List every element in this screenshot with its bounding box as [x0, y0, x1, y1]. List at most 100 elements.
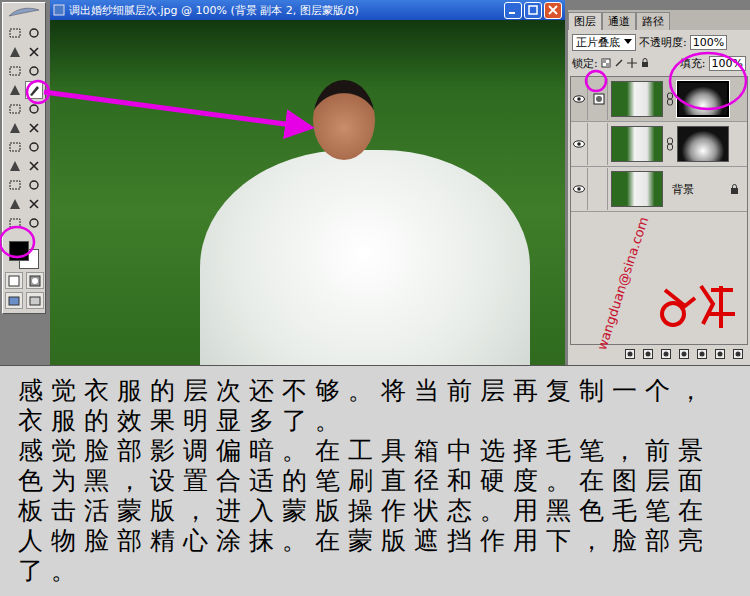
- panel-action-icon[interactable]: [678, 348, 690, 360]
- tool-button[interactable]: [25, 214, 43, 232]
- screen-mode-button[interactable]: [26, 292, 44, 309]
- tool-button[interactable]: [6, 214, 24, 232]
- tool-button[interactable]: [25, 100, 43, 118]
- lock-pixels-icon[interactable]: [614, 58, 624, 68]
- screen-mode-button[interactable]: [5, 292, 23, 309]
- panel-action-icon[interactable]: [624, 348, 636, 360]
- layer-edit-slot[interactable]: [591, 168, 608, 210]
- foreground-color-swatch[interactable]: [9, 241, 29, 261]
- panel-action-icon[interactable]: [696, 348, 708, 360]
- layers-panel: 图层通道路径正片叠底不透明度:100%锁定:填充:100%背景wangduan@…: [568, 10, 750, 365]
- maximize-icon: [528, 5, 538, 15]
- caption-paragraph: 感觉衣服的层次还不够。将当前层再复制一个，衣服的效果明显多了。: [18, 376, 732, 436]
- chain-link-icon[interactable]: [666, 137, 674, 151]
- tool-button[interactable]: [6, 195, 24, 213]
- feather-icon: [6, 5, 42, 19]
- tool-grid: [6, 24, 43, 232]
- marquee-icon: [8, 26, 22, 40]
- opacity-label: 不透明度:: [639, 35, 687, 50]
- tool-button[interactable]: [6, 119, 24, 137]
- tool-button[interactable]: [25, 62, 43, 80]
- photoshop-workspace: 调出婚纱细腻层次.jpg @ 100% (背景 副本 2, 图层蒙版/8) 图层通…: [0, 0, 750, 365]
- tool-button[interactable]: [6, 62, 24, 80]
- close-button[interactable]: [544, 2, 562, 19]
- dodge-icon: [27, 140, 41, 154]
- visibility-toggle[interactable]: [571, 123, 588, 165]
- eye-icon: [573, 140, 585, 148]
- history-icon: [27, 102, 41, 116]
- lock-transparency-icon[interactable]: [601, 58, 611, 68]
- panel-tabs: 图层通道路径: [568, 10, 750, 30]
- maximize-button[interactable]: [524, 2, 542, 19]
- tool-button[interactable]: [6, 43, 24, 61]
- visibility-toggle[interactable]: [571, 168, 588, 210]
- opacity-field[interactable]: 100%: [690, 35, 727, 50]
- tool-button[interactable]: [25, 119, 43, 137]
- panel-action-icon[interactable]: [714, 348, 726, 360]
- layer-row[interactable]: 背景: [571, 167, 747, 212]
- tool-button[interactable]: [6, 81, 24, 99]
- document-title: 调出婚纱细腻层次.jpg @ 100% (背景 副本 2, 图层蒙版/8): [69, 3, 500, 18]
- brush-icon: [27, 83, 41, 97]
- layer-row[interactable]: [571, 77, 747, 122]
- panel-action-icon[interactable]: [642, 348, 654, 360]
- panel-tab[interactable]: 通道: [602, 12, 636, 30]
- zoom-icon: [27, 216, 41, 230]
- fill-field[interactable]: 100%: [709, 56, 746, 71]
- bride-photo: [50, 20, 565, 365]
- panel-tab[interactable]: 路径: [636, 12, 670, 30]
- tool-button[interactable]: [25, 157, 43, 175]
- visibility-toggle[interactable]: [571, 78, 588, 120]
- layer-edit-slot[interactable]: [591, 123, 608, 165]
- tool-button[interactable]: [6, 100, 24, 118]
- window-buttons: [504, 2, 562, 19]
- chain-link-icon[interactable]: [666, 92, 674, 106]
- mask-thumbnail[interactable]: [677, 126, 729, 162]
- tool-button[interactable]: [25, 195, 43, 213]
- gradient-icon: [27, 121, 41, 135]
- lock-position-icon[interactable]: [627, 58, 637, 68]
- tool-button[interactable]: [25, 138, 43, 156]
- lock-label: 锁定:: [572, 56, 598, 71]
- tool-button[interactable]: [6, 24, 24, 42]
- watermark: wangduan@sina.com: [594, 215, 651, 352]
- pen-icon: [8, 178, 22, 192]
- color-highlight-circle: [0, 227, 34, 257]
- tool-button[interactable]: [6, 157, 24, 175]
- tool-button[interactable]: [6, 176, 24, 194]
- panel-action-icon[interactable]: [732, 348, 744, 360]
- layer-thumbnail: [611, 81, 663, 117]
- panel-tab[interactable]: 图层: [568, 12, 602, 30]
- dropdown-arrow-icon: [624, 39, 632, 45]
- document-title-bar: 调出婚纱细腻层次.jpg @ 100% (背景 副本 2, 图层蒙版/8): [50, 0, 565, 20]
- tool-button[interactable]: [25, 24, 43, 42]
- eraser-icon: [8, 121, 22, 135]
- panel-action-icon[interactable]: [660, 348, 672, 360]
- standard-mode-button[interactable]: [5, 272, 23, 289]
- author-logo-icon: [651, 276, 741, 336]
- blend-row: 正片叠底不透明度:100%: [568, 30, 750, 51]
- screen-mode-icon: [29, 296, 41, 306]
- toolbox-header: [6, 3, 42, 21]
- lock-all-icon[interactable]: [640, 58, 650, 68]
- tool-button[interactable]: [25, 176, 43, 194]
- color-swatches: [7, 239, 41, 269]
- layer-edit-slot[interactable]: [591, 78, 608, 120]
- tool-button[interactable]: [25, 81, 43, 99]
- stamp-icon: [8, 102, 22, 116]
- tool-button[interactable]: [6, 138, 24, 156]
- layer-row[interactable]: [571, 122, 747, 167]
- caption: 感觉衣服的层次还不够。将当前层再复制一个，衣服的效果明显多了。感觉脸部影调偏暗。…: [0, 365, 750, 596]
- crop-icon: [8, 64, 22, 78]
- notes-icon: [8, 197, 22, 211]
- type-icon: [27, 159, 41, 173]
- blend-mode-select[interactable]: 正片叠底: [572, 34, 636, 51]
- document-icon: [53, 4, 65, 16]
- minimize-button[interactable]: [504, 2, 522, 19]
- caption-paragraph: 感觉脸部影调偏暗。在工具箱中选择毛笔，前景色为黑，设置合适的笔刷直径和硬度。在图…: [18, 436, 732, 586]
- bride-figure: [200, 150, 530, 365]
- mask-thumbnail[interactable]: [677, 81, 729, 117]
- tool-button[interactable]: [25, 43, 43, 61]
- quickmask-mode-button[interactable]: [26, 272, 44, 289]
- quickmask-mode-icon: [29, 275, 41, 287]
